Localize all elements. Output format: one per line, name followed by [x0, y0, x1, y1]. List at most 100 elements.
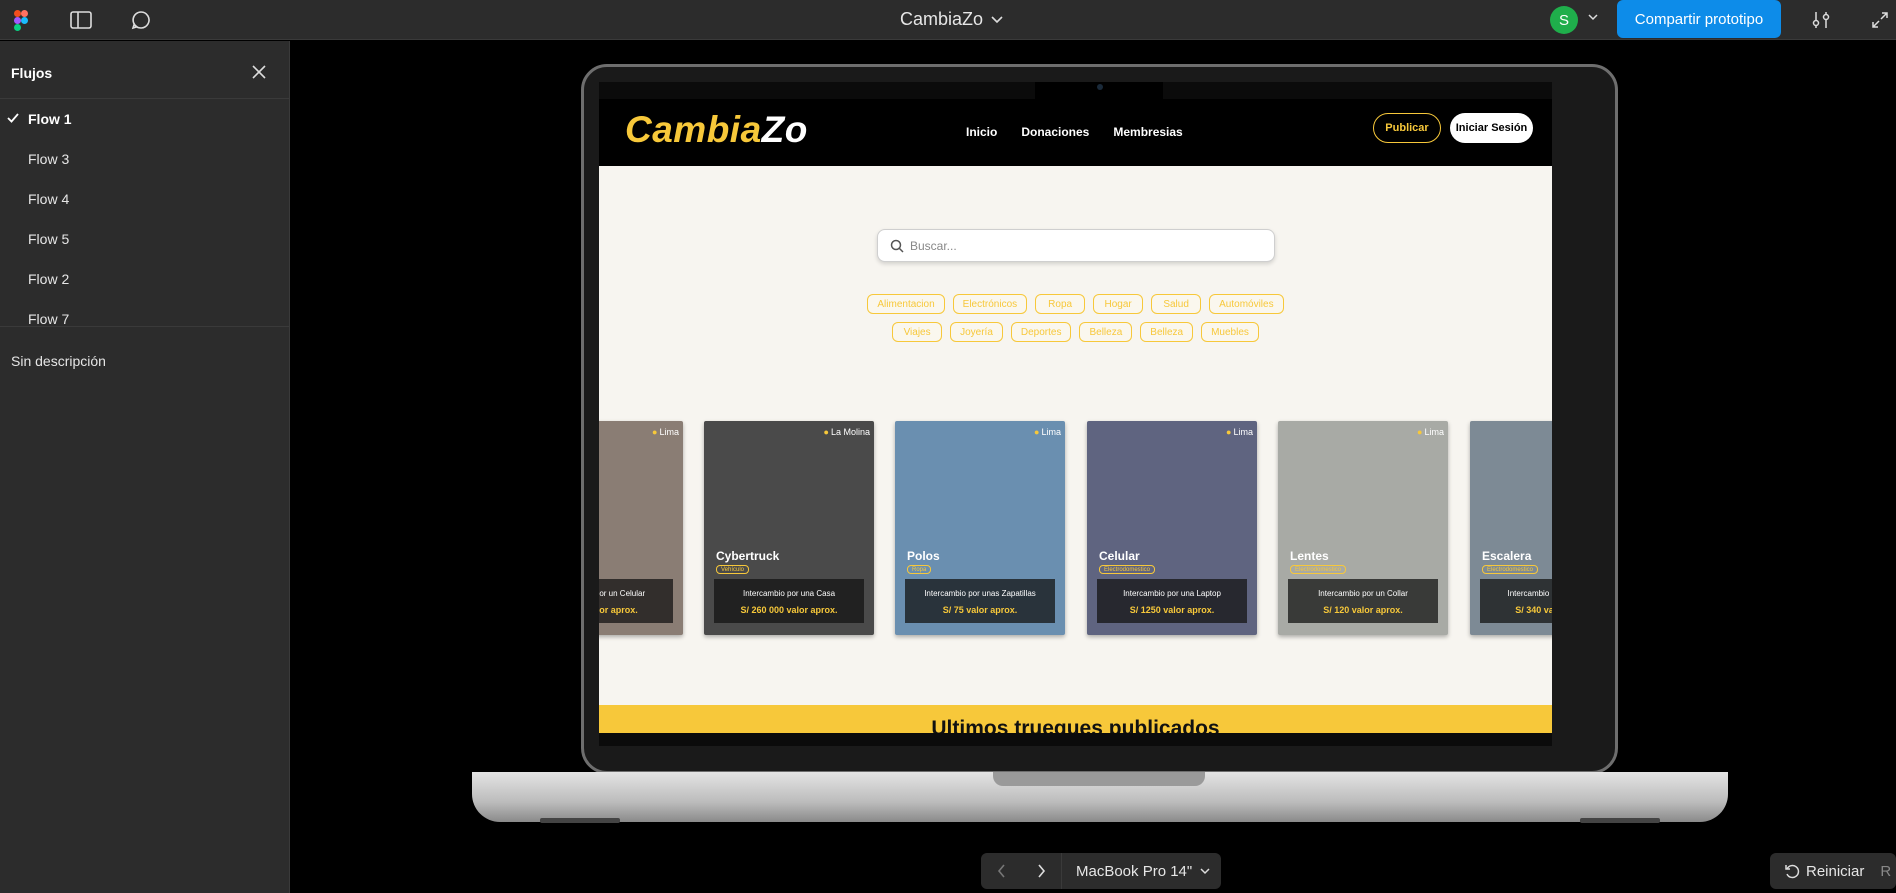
category-chip[interactable]: Joyería [950, 322, 1003, 342]
product-card[interactable]: ● La Molina Cybertruck Vehículo Intercamb… [704, 421, 874, 635]
flow-item[interactable]: Flow 5 [0, 219, 289, 259]
location-pin-icon: ● [1034, 427, 1040, 437]
top-bar: CambiaZo S Compartir prototipo [0, 0, 1896, 40]
category-chip[interactable]: Ropa [1035, 294, 1086, 314]
search-bar[interactable] [877, 229, 1275, 262]
check-icon [7, 113, 19, 123]
flow-item[interactable]: Flow 1 [0, 99, 289, 139]
card-price: S/ 340 valor aprox. [1515, 605, 1552, 615]
close-icon[interactable] [252, 65, 266, 79]
card-title: Cybertruck [716, 549, 780, 563]
comment-icon[interactable] [130, 9, 152, 31]
avatar[interactable]: S [1550, 6, 1578, 34]
camera-icon [1097, 84, 1103, 90]
logo-main-text: Cambia [625, 109, 762, 150]
product-card[interactable]: Escalera Electrodomestico Intercambio po… [1470, 421, 1552, 635]
flow-label: Flow 4 [28, 191, 70, 207]
card-info-box: Intercambio por unas Zapatillas S/ 75 va… [905, 579, 1055, 623]
restart-shortcut: R [1880, 862, 1892, 880]
card-location: ● Lima [1226, 427, 1253, 437]
site-navbar: CambiaZo Inicio Donaciones Membresias Pu… [599, 99, 1552, 166]
laptop-foot [540, 818, 620, 823]
card-location-text: Lima [1424, 427, 1444, 437]
device-select[interactable]: MacBook Pro 14" [1062, 863, 1210, 880]
expand-icon[interactable] [1869, 9, 1891, 31]
card-location-text: Lima [659, 427, 679, 437]
location-pin-icon: ● [652, 427, 658, 437]
chip-row: Viajes Joyería Deportes Belleza Belleza … [599, 322, 1552, 342]
flow-item[interactable]: Flow 4 [0, 179, 289, 219]
restart-button[interactable]: Reiniciar R [1770, 853, 1896, 889]
card-exchange: Intercambio por un Taladro [1507, 589, 1552, 598]
category-chip[interactable]: Automóviles [1209, 294, 1284, 314]
category-chip[interactable]: Alimentacion [867, 294, 945, 314]
logo-tail-text: Zo [761, 109, 808, 150]
chevron-down-icon [1200, 867, 1210, 874]
category-chip[interactable]: Viajes [892, 322, 943, 342]
category-chip[interactable]: Hogar [1093, 294, 1144, 314]
login-button[interactable]: Iniciar Sesión [1450, 113, 1533, 143]
figma-logo-icon[interactable] [10, 9, 32, 31]
category-chip[interactable]: Deportes [1010, 322, 1072, 342]
flow-description: Sin descripción [11, 353, 106, 369]
card-exchange: Intercambio por un Celular [599, 589, 646, 598]
card-info-box: Intercambio por una Laptop S/ 1250 valor… [1097, 579, 1247, 623]
card-title: Lentes [1290, 549, 1329, 563]
latest-trades-title: Ultimos trueques publicados [931, 717, 1220, 733]
laptop-foot [1580, 818, 1660, 823]
flow-item[interactable]: Flow 7 [0, 299, 289, 326]
category-chip[interactable]: Salud [1151, 294, 1202, 314]
card-price: S/ 1250 valor aprox. [1129, 605, 1215, 615]
settings-sliders-icon[interactable] [1810, 9, 1832, 31]
share-prototype-button[interactable]: Compartir prototipo [1617, 0, 1781, 38]
chevron-left-icon [997, 864, 1005, 878]
sidebar-toggle-icon[interactable] [70, 9, 92, 31]
previous-frame-button[interactable] [981, 853, 1021, 889]
chip-row: Alimentacion Electrónicos Ropa Hogar Sal… [599, 294, 1552, 314]
flow-item[interactable]: Flow 3 [0, 139, 289, 179]
prototype-screen: CambiaZo Inicio Donaciones Membresias Pu… [599, 99, 1552, 733]
card-category-badge: Vehículo [716, 565, 750, 574]
search-input[interactable] [910, 236, 1260, 256]
category-chip[interactable]: Electrónicos [952, 294, 1028, 314]
category-chip[interactable]: Belleza [1079, 322, 1133, 342]
card-location-text: Lima [1233, 427, 1253, 437]
publish-button[interactable]: Publicar [1373, 113, 1441, 143]
nav-link-donaciones[interactable]: Donaciones [1021, 125, 1089, 139]
device-controls: MacBook Pro 14" [981, 853, 1221, 889]
card-category-badge: Electrodomestico [1290, 565, 1347, 574]
site-logo[interactable]: CambiaZo [625, 109, 808, 151]
avatar-chevron-icon[interactable] [1588, 13, 1598, 21]
card-exchange: Intercambio por una Laptop [1123, 589, 1221, 598]
flows-sidebar: Flujos Flow 1 Flow 3 Flow 4 Flow 5 Flow … [0, 41, 290, 893]
location-pin-icon: ● [1417, 427, 1423, 437]
card-info-box: Intercambio por una Casa S/ 260 000 valo… [714, 579, 864, 623]
flow-label: Flow 5 [28, 231, 70, 247]
latest-trades-banner: Ultimos trueques publicados [599, 705, 1552, 733]
card-price: S/ 120 valor aprox. [1323, 605, 1403, 615]
card-exchange: Intercambio por unas Zapatillas [924, 589, 1036, 598]
product-carousel: ●Lima Intercambio por un Celular S/ 200 … [599, 421, 1552, 635]
product-card[interactable]: ●Lima Intercambio por un Celular S/ 200 … [599, 421, 683, 635]
restart-label: Reiniciar [1806, 862, 1865, 880]
category-chip[interactable]: Muebles [1201, 322, 1259, 342]
product-card[interactable]: ● Lima Lentes Electrodomestico Intercambi… [1278, 421, 1448, 635]
category-chip[interactable]: Belleza [1140, 322, 1194, 342]
card-location: ● Lima [1034, 427, 1061, 437]
flow-label: Flow 3 [28, 151, 70, 167]
flow-label: Flow 1 [28, 111, 72, 127]
product-card[interactable]: ● Lima Celular Electrodomestico Intercamb… [1087, 421, 1257, 635]
card-exchange: Intercambio por un Collar [1318, 589, 1408, 598]
category-chips: Alimentacion Electrónicos Ropa Hogar Sal… [599, 294, 1552, 350]
card-exchange: Intercambio por una Casa [742, 589, 836, 598]
nav-link-membresias[interactable]: Membresias [1113, 125, 1182, 139]
chevron-down-icon [991, 15, 1003, 23]
card-title: Celular [1099, 549, 1140, 563]
card-location: ● La Molina [824, 427, 870, 437]
card-category-badge: Electrodomestico [1482, 565, 1539, 574]
product-card[interactable]: ● Lima Polos Ropa Intercambio por unas Za… [895, 421, 1065, 635]
nav-link-inicio[interactable]: Inicio [966, 125, 997, 139]
flow-item[interactable]: Flow 2 [0, 259, 289, 299]
next-frame-button[interactable] [1021, 853, 1061, 889]
file-title-menu[interactable]: CambiaZo [900, 9, 1003, 30]
